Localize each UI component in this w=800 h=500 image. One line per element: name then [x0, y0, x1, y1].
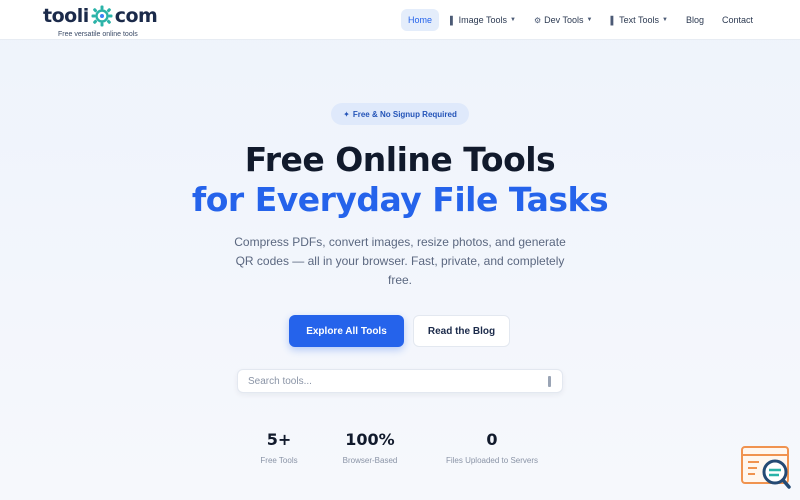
gear-logo-icon	[91, 5, 113, 27]
chevron-down-icon: ▼	[586, 17, 593, 23]
stat-value: 0	[486, 430, 498, 449]
logo-tagline: Free versatile online tools	[58, 31, 138, 38]
stat-label: Files Uploaded to Servers	[445, 456, 539, 465]
nav-image-tools-label: Image Tools	[458, 15, 508, 25]
search-input[interactable]	[248, 370, 528, 392]
nav-text-tools-label: Text Tools	[619, 15, 659, 25]
stat-label: Free Tools	[260, 456, 298, 465]
nav-blog-label: Blog	[685, 15, 704, 25]
nav-image-tools[interactable]: ▌ Image Tools ▼	[443, 9, 523, 31]
nav-home-label: Home	[407, 15, 432, 25]
stat-files-uploaded: 0 Files Uploaded to Servers	[432, 430, 552, 465]
stat-browser-based: 100% Browser-Based	[330, 430, 410, 465]
search-icon[interactable]	[548, 376, 551, 387]
floating-widget-button[interactable]	[741, 446, 791, 490]
hero-title-line2: for Everyday File Tasks	[191, 180, 609, 219]
search-box	[237, 369, 563, 393]
hero-badge-text: Free & No Signup Required	[352, 109, 457, 119]
hero-title-line1: Free Online Tools	[244, 140, 556, 179]
nav-contact-label: Contact	[721, 15, 753, 25]
stat-value: 100%	[345, 430, 395, 449]
stat-label: Browser-Based	[342, 456, 398, 465]
read-the-blog-button[interactable]: Read the Blog	[413, 315, 510, 347]
nav-blog[interactable]: Blog	[679, 9, 711, 31]
nav-text-tools[interactable]: ▌ Text Tools ▼	[603, 9, 674, 31]
search-doc-icon	[741, 446, 791, 489]
stat-value: 5+	[266, 430, 292, 449]
nav-contact[interactable]: Contact	[715, 9, 760, 31]
logo-text-right: com	[114, 5, 158, 27]
hero-subtitle: Compress PDFs, convert images, resize ph…	[234, 235, 566, 287]
sparkle-icon: ✦	[343, 109, 350, 119]
logo-text-left: tooli	[43, 5, 89, 27]
site-logo[interactable]: tooli com Free versatile online tools	[43, 4, 158, 38]
site-header: tooli com Free versatile online tools Ho…	[0, 0, 800, 40]
main-nav: Home ▌ Image Tools ▼ ⚙ Dev Tools ▼ ▌ Tex…	[400, 9, 760, 31]
explore-all-tools-button[interactable]: Explore All Tools	[289, 315, 404, 347]
hero-badge: ✦ Free & No Signup Required	[331, 103, 469, 125]
gear-icon: ⚙	[533, 15, 542, 25]
text-icon: ▌	[610, 15, 617, 25]
nav-dev-tools[interactable]: ⚙ Dev Tools ▼	[527, 9, 599, 31]
nav-home[interactable]: Home	[400, 9, 439, 31]
logo-wordmark: tooli com	[43, 4, 158, 28]
image-icon: ▌	[449, 15, 456, 25]
chevron-down-icon: ▼	[662, 17, 668, 23]
chevron-down-icon: ▼	[510, 17, 516, 23]
nav-dev-tools-label: Dev Tools	[544, 15, 584, 25]
stat-free-tools: 5+ Free Tools	[249, 430, 309, 465]
